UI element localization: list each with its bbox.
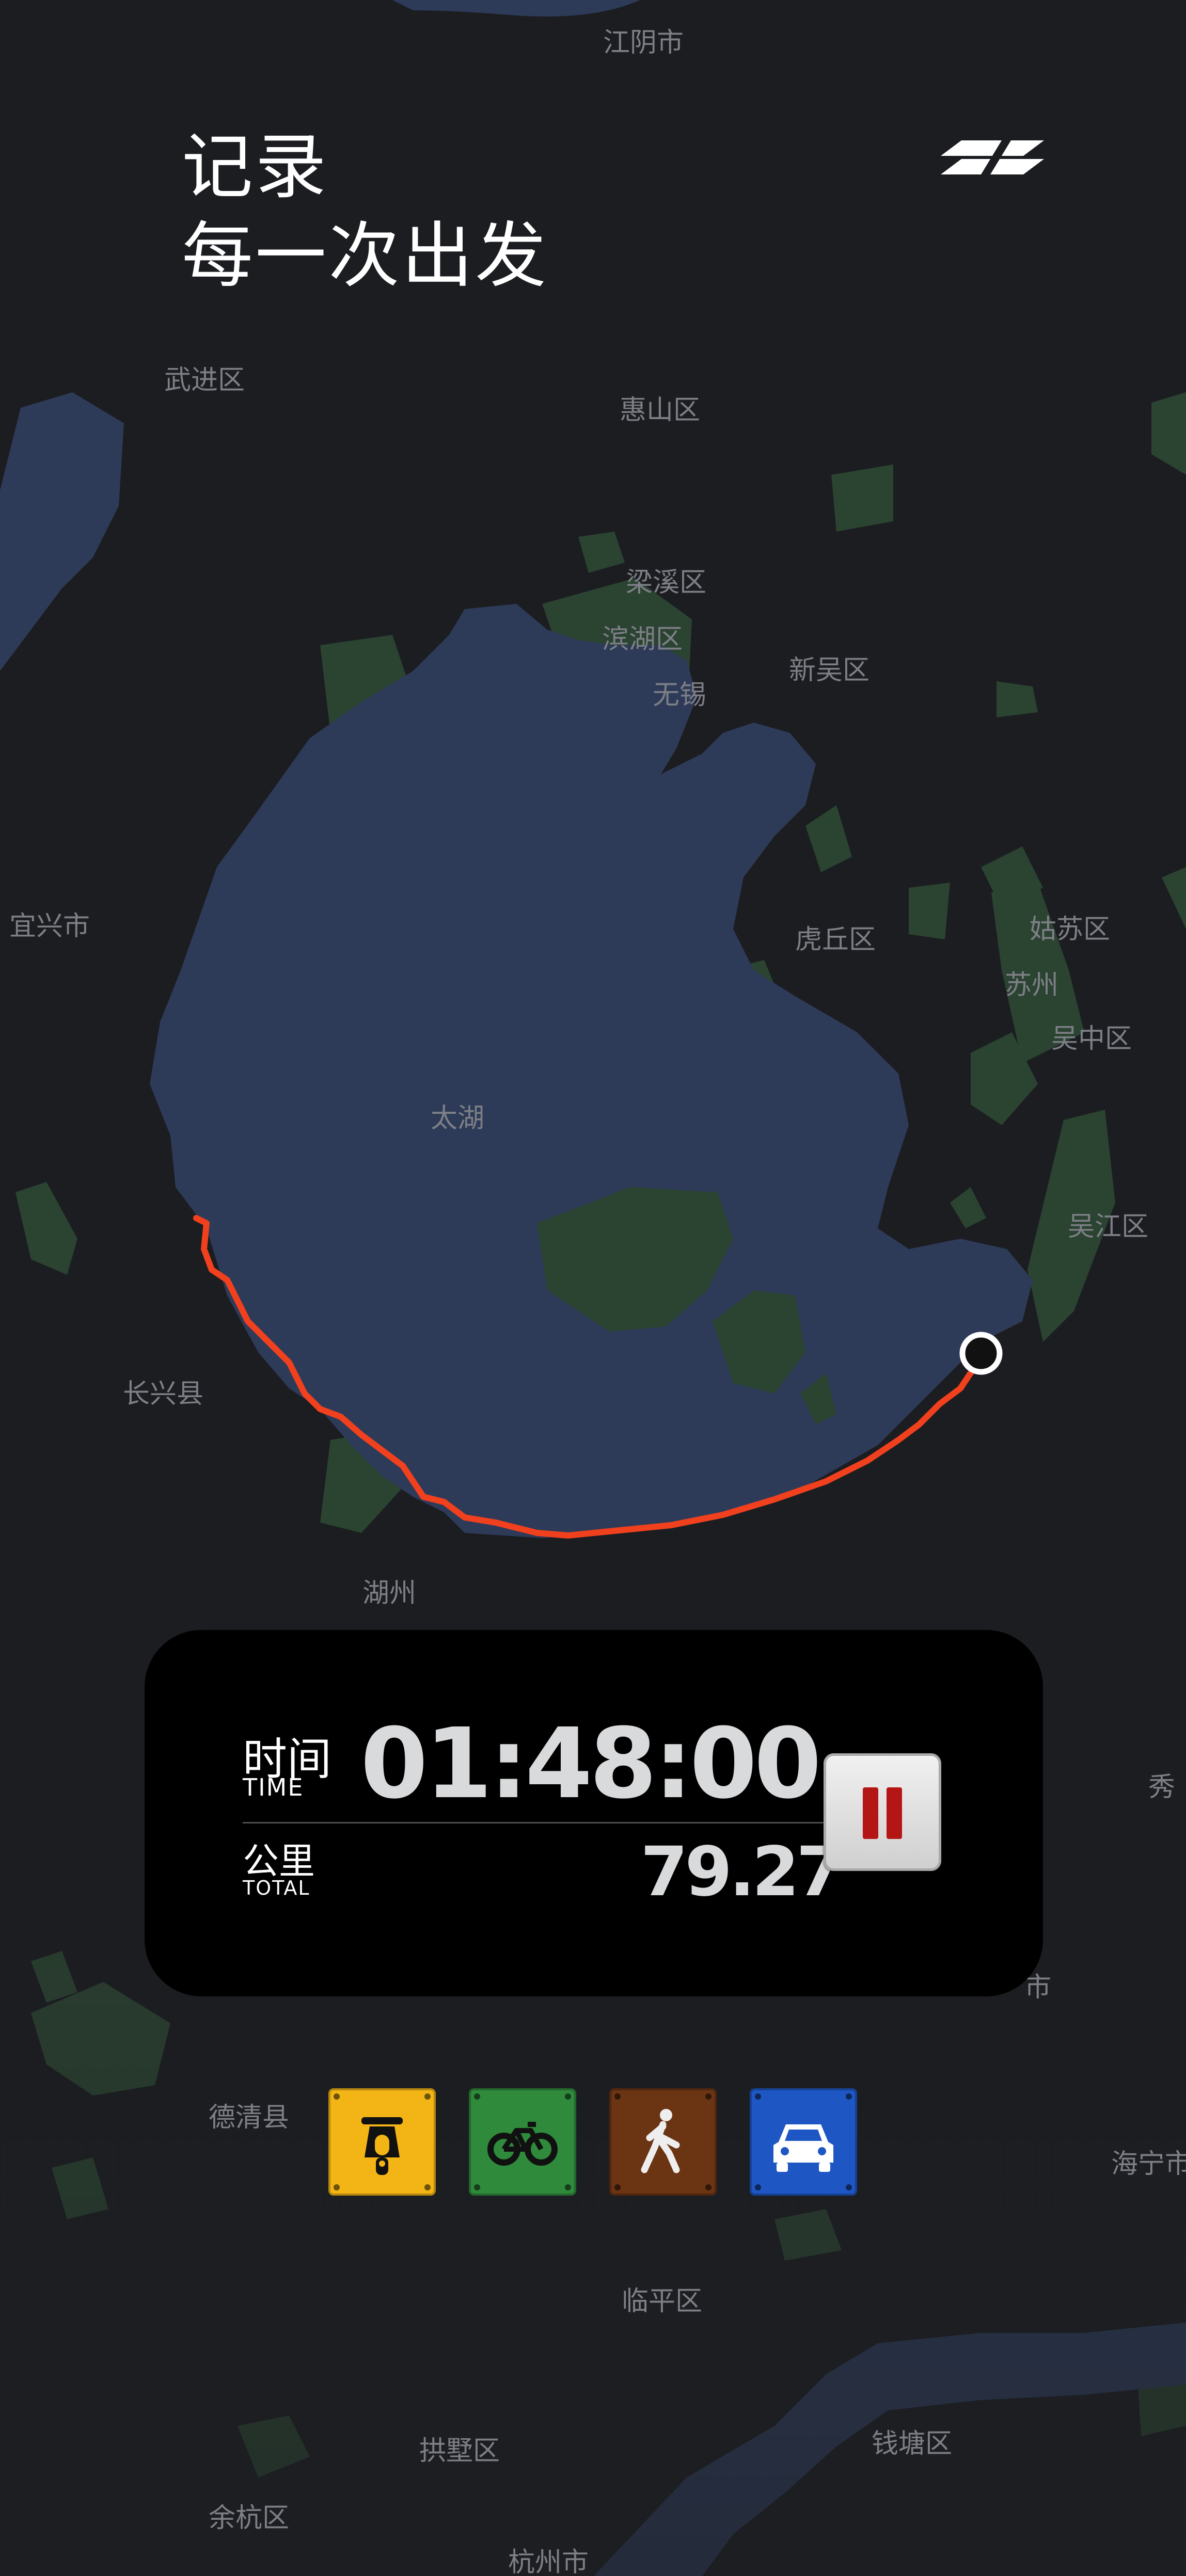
distance-value: 79.27 xyxy=(640,1832,844,1912)
place-label: 拱墅区 xyxy=(419,2436,500,2467)
mode-scooter-button[interactable] xyxy=(328,2088,436,2196)
place-label: 武进区 xyxy=(164,365,245,396)
app-logo-icon xyxy=(941,140,1044,174)
place-label: 宜兴市 xyxy=(9,911,90,942)
place-label: 余杭区 xyxy=(209,2503,290,2534)
place-label: 无锡 xyxy=(653,680,707,711)
time-label-en: TIME xyxy=(243,1773,304,1801)
headline-line-2: 每一次出发 xyxy=(182,214,549,297)
place-label: 苏州 xyxy=(1005,970,1059,1001)
place-label: 梁溪区 xyxy=(626,567,707,598)
mode-car-button[interactable] xyxy=(750,2088,857,2196)
stats-divider xyxy=(243,1822,839,1823)
place-label: 德清县 xyxy=(209,2102,290,2133)
place-label: 长兴县 xyxy=(123,1379,204,1410)
place-label: 江阴市 xyxy=(603,27,684,58)
place-label: 太湖 xyxy=(431,1103,485,1134)
place-label: 滨湖区 xyxy=(602,624,683,655)
place-label: 海宁市 xyxy=(1111,2149,1186,2180)
scooter-icon xyxy=(361,2117,403,2175)
pause-button[interactable] xyxy=(824,1753,941,1871)
elapsed-time-value: 01:48:00 xyxy=(360,1707,821,1820)
headline: 记录 每一次出发 xyxy=(182,123,548,300)
car-icon xyxy=(773,2124,833,2172)
mode-walk-button[interactable] xyxy=(609,2088,717,2196)
place-label: 吴中区 xyxy=(1051,1023,1132,1054)
mode-bicycle-button[interactable] xyxy=(469,2088,576,2196)
place-label: 湖州 xyxy=(362,1578,417,1609)
place-label: 吴江区 xyxy=(1068,1211,1149,1242)
bicycle-icon xyxy=(487,2122,558,2166)
place-label: 秀 xyxy=(1148,1772,1176,1803)
place-label: 杭州市 xyxy=(508,2547,589,2576)
pause-bar-right xyxy=(887,1787,902,1839)
place-label: 姑苏区 xyxy=(1030,914,1111,945)
place-label: 临平区 xyxy=(622,2286,703,2317)
place-label: 钱塘区 xyxy=(872,2428,953,2459)
tracking-stats-panel: 时间 TIME 01:48:00 公里 TOTAL 79.27 xyxy=(145,1630,1043,1996)
distance-label-en: TOTAL xyxy=(243,1877,310,1899)
place-label: 虎丘区 xyxy=(795,924,876,955)
pause-bar-left xyxy=(863,1787,878,1839)
walking-icon xyxy=(641,2109,680,2173)
headline-line-1: 记录 xyxy=(182,125,329,209)
current-position-marker xyxy=(959,1332,1003,1375)
place-label: 惠山区 xyxy=(620,395,701,426)
app-screen: 江阴市 武进区 惠山区 梁溪区 滨湖区 无锡 新吴区 宜兴市 虎丘区 姑苏区 苏… xyxy=(0,0,1186,2576)
place-label: 新吴区 xyxy=(789,655,870,686)
